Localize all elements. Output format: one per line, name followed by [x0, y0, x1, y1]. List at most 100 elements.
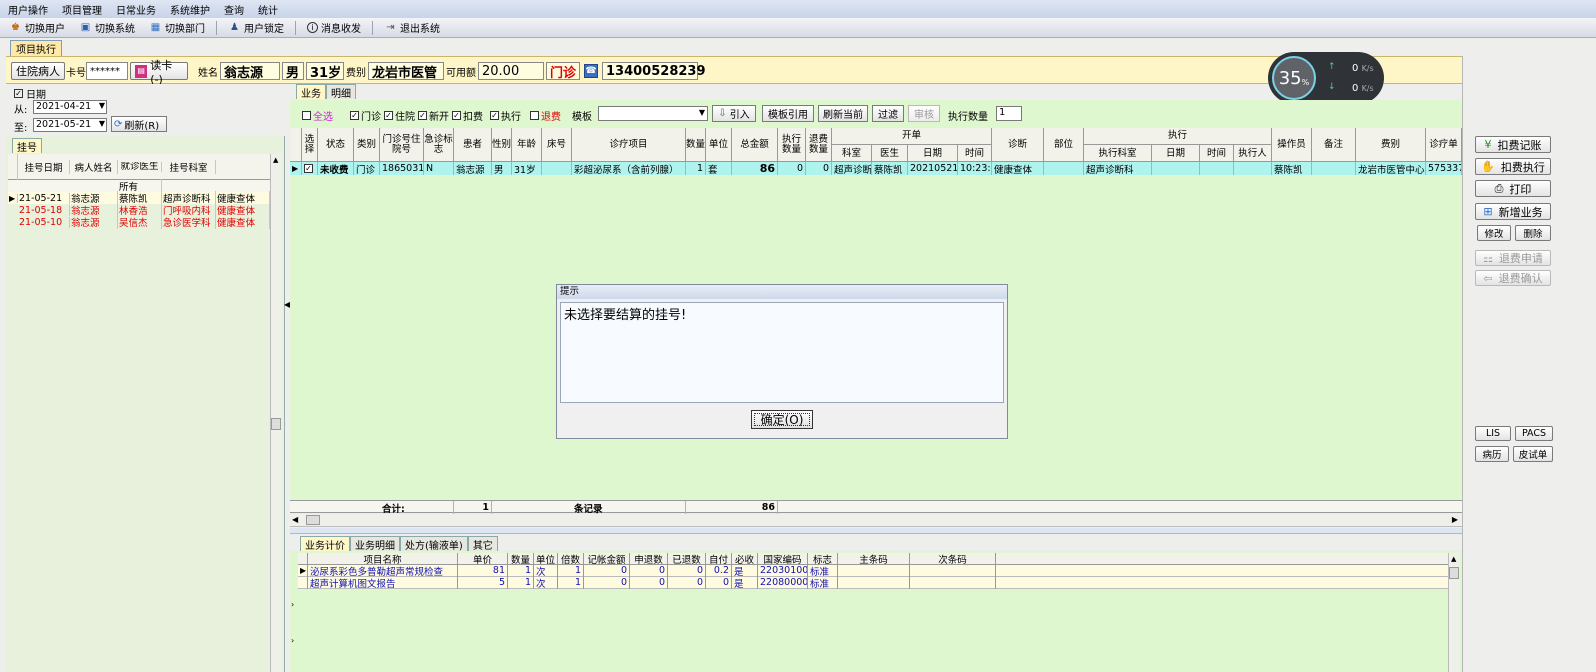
- review-button[interactable]: 审核: [908, 105, 940, 122]
- exec-qty-input[interactable]: 1: [996, 106, 1022, 121]
- import-button[interactable]: ⇩ 引入: [712, 105, 756, 122]
- executed-checkbox[interactable]: ✓ 执行: [490, 108, 521, 123]
- date-checkbox[interactable]: ✓ 日期: [14, 86, 46, 101]
- charge-post-button[interactable]: ¥ 扣费记账: [1475, 136, 1551, 153]
- table-row[interactable]: 超声计算机图文报告 5 1 次 1 0 0 0 0 是 220800008 标准: [298, 576, 1450, 589]
- available-amount-field: 20.00: [478, 62, 544, 80]
- card-number-field[interactable]: ******: [86, 62, 128, 80]
- patient-age-field: 31岁: [306, 62, 344, 81]
- messages-button[interactable]: i 消息收发: [304, 19, 364, 36]
- tab-registration[interactable]: 挂号: [12, 138, 42, 154]
- table-row[interactable]: ▶ ✓ 未收费 门诊 1865031 N 翁志源 男 31岁 彩超泌尿系（含前列…: [290, 162, 1462, 175]
- charge-execute-button[interactable]: ✋ 扣费执行: [1475, 158, 1551, 175]
- template-reference-button[interactable]: 模板引用: [762, 105, 814, 122]
- name-label: 姓名: [198, 68, 218, 79]
- tab-other[interactable]: 其它: [467, 536, 498, 552]
- toolbar-separator: [295, 20, 296, 35]
- refund-checkbox[interactable]: 退费: [530, 108, 561, 123]
- row-pointer-icon: ▶: [290, 162, 302, 175]
- patient-name-field: 翁志源: [220, 62, 280, 81]
- add-icon: ⊞: [1483, 205, 1493, 218]
- money-icon: ¥: [1484, 138, 1492, 151]
- upload-speed: 0 K/s: [1352, 63, 1374, 74]
- refund-request-button[interactable]: ⚏ 退费申请: [1475, 250, 1551, 266]
- registration-grid-header: 挂号日期 病人姓名 就诊医生 挂号科室: [8, 153, 270, 180]
- print-button[interactable]: ⎙ 打印: [1475, 180, 1551, 197]
- scroll-thumb[interactable]: [271, 418, 281, 430]
- date-filter: ✓ 日期 从: 2021-04-21 ▼ 至: 2021-05-21 ▼ ⟳ 刷新(R): [6, 84, 285, 136]
- scroll-thumb[interactable]: [306, 515, 320, 525]
- tab-prescription[interactable]: 处方(输液单): [400, 536, 468, 552]
- upload-arrow-icon: ↑: [1328, 62, 1336, 72]
- tab-project-execution[interactable]: 项目执行: [10, 40, 62, 56]
- template-select[interactable]: ▼: [598, 106, 708, 121]
- refresh-button[interactable]: ⟳ 刷新(R): [111, 116, 167, 132]
- grid-splitter[interactable]: [290, 528, 1462, 534]
- refund-confirm-button[interactable]: ⇦ 退费确认: [1475, 270, 1551, 286]
- network-speed-widget: 35% ↑ 0 K/s ↓ 0 K/s: [1268, 52, 1384, 104]
- refresh-current-button[interactable]: 刷新当前: [818, 105, 868, 122]
- edit-button[interactable]: 修改: [1477, 225, 1511, 241]
- menu-user-ops[interactable]: 用户操作: [8, 2, 48, 17]
- pacs-button[interactable]: PACS: [1515, 426, 1553, 441]
- tab-detail[interactable]: 明细: [326, 84, 356, 100]
- exit-icon: ⇥: [386, 21, 395, 33]
- inpatient-checkbox[interactable]: ✓ 住院: [384, 108, 415, 123]
- download-arrow-icon: ↓: [1328, 82, 1336, 92]
- new-open-checkbox[interactable]: ✓ 新开: [418, 108, 449, 123]
- menu-query[interactable]: 查询: [224, 2, 244, 17]
- pricing-grid: 项目名称 单价 数量 单位 倍数 记帐金额 申退数 已退数 自付 必收 国家编码…: [298, 552, 1450, 589]
- switch-department-button[interactable]: ▦ 切换部门: [146, 19, 208, 36]
- bottom-vertical-scrollbar[interactable]: ▲: [1448, 553, 1460, 672]
- dropdown-arrow-icon: ▼: [98, 101, 105, 110]
- exit-system-button[interactable]: ⇥ 退出系统: [381, 19, 443, 36]
- dialog-title: 提示: [557, 285, 1007, 299]
- outpatient-checkbox[interactable]: ✓ 门诊: [350, 108, 381, 123]
- phone-field: 13400528239: [602, 62, 706, 80]
- tab-business-pricing[interactable]: 业务计价: [300, 536, 350, 552]
- table-row[interactable]: 21-05-10 翁志源 吴信杰 急诊医学科 健康查体: [8, 215, 270, 229]
- main-tabs: 业务 明细: [296, 84, 356, 100]
- patient-type-button[interactable]: 住院病人: [11, 62, 65, 80]
- row-select-checkbox[interactable]: ✓: [302, 162, 318, 175]
- tab-business[interactable]: 业务: [296, 84, 326, 100]
- filter-button[interactable]: 过滤: [872, 105, 904, 122]
- switch-user-button[interactable]: ♚ 切换用户: [6, 19, 68, 36]
- toolbar: ♚ 切换用户 ▣ 切换系统 ▦ 切换部门 ♟ 用户锁定 i 消息收发 ⇥ 退出系统: [0, 18, 1596, 38]
- toolbar-separator: [372, 20, 373, 35]
- user-lock-button[interactable]: ♟ 用户锁定: [225, 19, 287, 36]
- horizontal-scrollbar[interactable]: ◀ ▶: [290, 514, 1462, 527]
- available-amount-label: 可用额: [446, 68, 476, 79]
- lis-button[interactable]: LIS: [1475, 426, 1511, 441]
- select-all-checkbox[interactable]: 全选: [302, 108, 333, 123]
- dialog-ok-button[interactable]: 确定(O): [751, 410, 813, 429]
- expand-arrow-icon: ›: [291, 600, 295, 609]
- menu-statistics[interactable]: 统计: [258, 2, 278, 17]
- switch-system-button[interactable]: ▣ 切换系统: [76, 19, 138, 36]
- scroll-thumb[interactable]: [1449, 567, 1459, 579]
- skin-test-button[interactable]: 皮试单: [1513, 446, 1553, 462]
- users-icon: ♚: [11, 21, 20, 33]
- to-date-input[interactable]: 2021-05-21 ▼: [33, 118, 107, 132]
- delete-button[interactable]: 删除: [1515, 225, 1551, 241]
- charged-checkbox[interactable]: ✓ 扣费: [452, 108, 483, 123]
- toolbar-separator: [216, 20, 217, 35]
- tab-business-detail[interactable]: 业务明细: [350, 536, 400, 552]
- medical-record-button[interactable]: 病历: [1475, 446, 1509, 462]
- user-lock-icon: ♟: [230, 21, 239, 33]
- business-grid-header: 选择 状态 类别 门诊号住院号 急诊标志 患者 性别 年龄 床号 诊疗项目 数量…: [290, 128, 1462, 162]
- read-card-button[interactable]: ▤ 读卡(-): [130, 59, 188, 86]
- registration-grid: 挂号日期 病人姓名 就诊医生 挂号科室 所有 ▶ 21-05-21 翁志源 蔡陈…: [8, 153, 270, 229]
- left-vertical-scrollbar[interactable]: ▲: [270, 154, 282, 672]
- menu-daily-business[interactable]: 日常业务: [116, 2, 156, 17]
- visit-type-field: 门诊: [546, 62, 580, 81]
- from-date-input[interactable]: 2021-04-21 ▼: [33, 100, 107, 114]
- scroll-up-icon: ▲: [1451, 555, 1457, 563]
- options-bar: 全选 ✓ 门诊 ✓ 住院 ✓ 新开 ✓ 扣费 ✓ 执行 退费 模板 ▼ ⇩ 引入 模板引用 …: [296, 104, 1056, 124]
- request-icon: ⚏: [1483, 251, 1493, 265]
- table-row[interactable]: ▶ 泌尿系彩色多普勒超声常规检查 81 1 次 1 0 0 0 0.2 是 22…: [298, 564, 1450, 577]
- import-icon: ⇩: [718, 108, 727, 119]
- add-business-button[interactable]: ⊞ 新增业务: [1475, 203, 1551, 220]
- menu-system-maintenance[interactable]: 系统维护: [170, 2, 210, 17]
- menu-project-mgmt[interactable]: 项目管理: [62, 2, 102, 17]
